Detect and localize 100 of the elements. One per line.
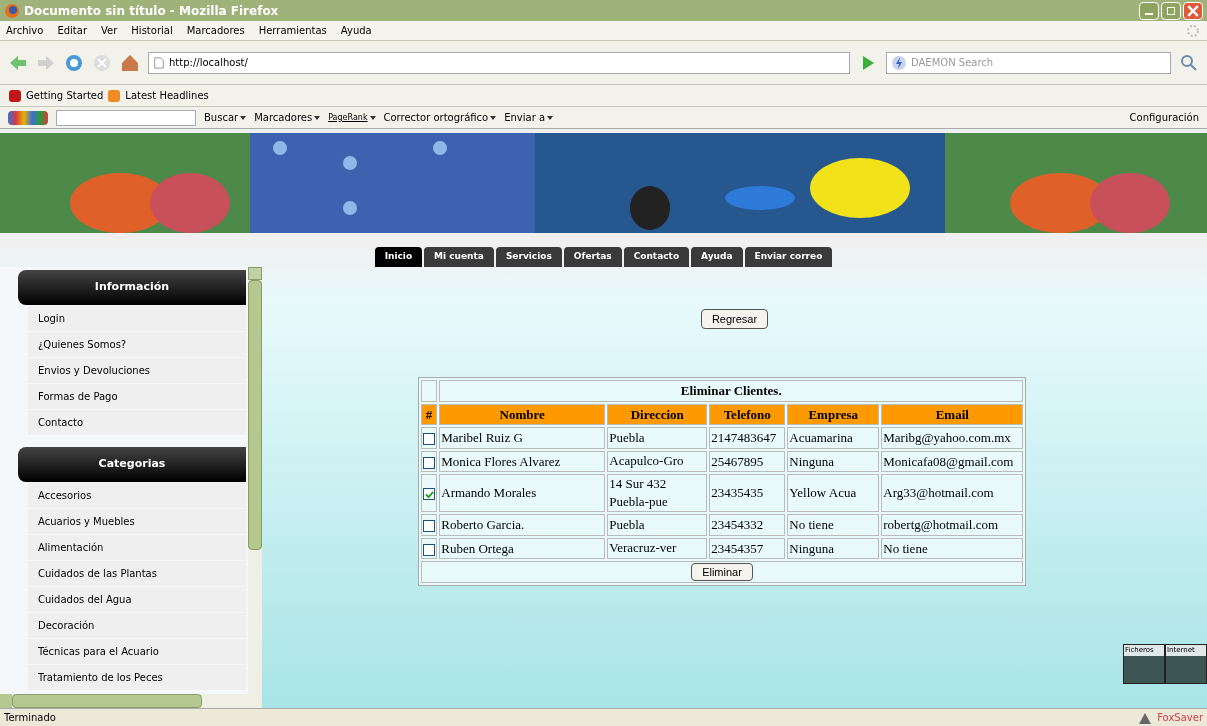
table-cell: 25467895: [709, 450, 786, 472]
nav-tab[interactable]: Ofertas: [563, 247, 622, 267]
nav-tab[interactable]: Contacto: [623, 247, 690, 267]
column-header: Email: [881, 403, 1024, 425]
table-cell: 2147483647: [709, 427, 786, 449]
search-icon[interactable]: [1179, 52, 1199, 73]
menu-item[interactable]: Archivo: [6, 23, 44, 38]
toolbar-item[interactable]: Enviar a: [504, 110, 546, 125]
column-header: Empresa: [787, 403, 880, 425]
table-cell: Veracruz-ver: [607, 537, 708, 559]
table-title: Eliminar Clientes.: [439, 380, 1024, 402]
google-search-field[interactable]: [56, 109, 196, 126]
table-cell: Arg33@hotmail.com: [881, 474, 1024, 512]
table-cell: Acapulco-Gro: [607, 450, 708, 472]
sidebar-link[interactable]: Cuidados de las Plantas: [28, 561, 246, 586]
menu-item[interactable]: Editar: [57, 23, 87, 38]
nav-tab[interactable]: Inicio: [374, 247, 423, 267]
throbber-icon: [1185, 22, 1201, 39]
table-cell: 23454332: [709, 514, 786, 536]
table-cell: Ninguna: [787, 537, 880, 559]
close-button[interactable]: [1183, 1, 1203, 20]
status-text: Terminado: [4, 711, 56, 725]
table-cell: 14 Sur 432 Puebla-pue: [607, 474, 708, 512]
row-checkbox[interactable]: [423, 456, 435, 469]
sidebar-link[interactable]: Formas de Pago: [28, 384, 246, 409]
maximize-button[interactable]: [1161, 1, 1181, 20]
page-icon: [153, 56, 165, 69]
address-field[interactable]: http://localhost/: [148, 51, 850, 74]
sidebar-link[interactable]: ¿Quienes Somos?: [28, 332, 246, 357]
caret-icon[interactable]: [547, 115, 554, 120]
sidebar-link[interactable]: Decoración: [28, 613, 246, 638]
menu-item[interactable]: Ver: [101, 23, 118, 38]
table-cell: Monicafa08@gmail.com: [881, 450, 1024, 472]
table-cell: Acuamarina: [787, 427, 880, 449]
caret-icon[interactable]: [314, 115, 321, 120]
table-cell: Puebla: [607, 514, 708, 536]
sidebar-link[interactable]: Accesorios: [28, 483, 246, 508]
table-cell: Armando Morales: [439, 474, 606, 512]
vertical-scrollbar[interactable]: [248, 267, 262, 694]
bookmark-link[interactable]: Latest Headlines: [125, 88, 209, 103]
home-icon[interactable]: [120, 52, 140, 73]
table-cell: No tiene: [787, 514, 880, 536]
table-cell: 23454357: [709, 537, 786, 559]
sidebar-link[interactable]: Cuidados del Agua: [28, 587, 246, 612]
section-header: Información: [18, 270, 246, 305]
column-header: Direccion: [607, 403, 708, 425]
caret-icon[interactable]: [369, 115, 376, 120]
bookmark-link[interactable]: Getting Started: [26, 88, 104, 103]
sidebar-link[interactable]: Envios y Devoluciones: [28, 358, 246, 383]
settings-item[interactable]: Configuración: [1129, 110, 1199, 125]
sidebar-link[interactable]: Login: [28, 306, 246, 331]
row-checkbox[interactable]: [423, 520, 435, 532]
section-header: Categorias: [18, 447, 246, 482]
toolbar-item[interactable]: Marcadores: [254, 110, 313, 125]
sidebar-link[interactable]: Técnicas para el Acuario: [28, 639, 246, 664]
table-cell: Maribg@yahoo.com.mx: [881, 427, 1024, 449]
delete-button[interactable]: Eliminar: [691, 563, 753, 582]
addon-label[interactable]: FoxSaver: [1157, 710, 1203, 725]
sidebar-link[interactable]: Alimentación: [28, 535, 246, 560]
table-cell: No tiene: [881, 537, 1024, 559]
table-cell: Puebla: [607, 427, 708, 449]
toolbar-item[interactable]: Buscar: [204, 110, 239, 125]
table-cell: Monica Flores Alvarez: [439, 450, 606, 472]
minimize-button[interactable]: [1139, 1, 1159, 20]
nav-tab[interactable]: Ayuda: [691, 247, 743, 267]
sidebar-link[interactable]: Contacto: [28, 410, 246, 435]
nav-tab[interactable]: Mi cuenta: [424, 247, 494, 267]
reload-icon[interactable]: [64, 52, 84, 73]
table-cell: Roberto Garcia.: [439, 514, 606, 536]
menu-item[interactable]: Historial: [131, 23, 173, 38]
sidebar-link[interactable]: Acuarios y Muebles: [28, 509, 246, 534]
nav-tab[interactable]: Enviar correo: [744, 247, 833, 267]
column-header: Nombre: [439, 403, 606, 425]
google-logo: [8, 110, 48, 125]
row-checkbox[interactable]: [423, 543, 435, 556]
nav-tab[interactable]: Servicios: [495, 247, 562, 267]
table-cell: Ninguna: [787, 450, 880, 472]
menu-item[interactable]: Ayuda: [340, 23, 372, 38]
table-cell: Maribel Ruiz G: [439, 427, 606, 449]
toolbar-item[interactable]: Corrector ortográfico: [383, 110, 489, 125]
column-header: #: [420, 403, 438, 425]
caret-icon[interactable]: [490, 115, 497, 120]
row-checkbox[interactable]: [423, 433, 435, 445]
table-cell: Ruben Ortega: [439, 537, 606, 559]
table-cell: 23435435: [709, 474, 786, 512]
menu-item[interactable]: Marcadores: [186, 23, 245, 38]
lightning-icon: [891, 54, 907, 71]
horizontal-scrollbar[interactable]: [0, 694, 262, 708]
table-cell: robertg@hotmail.com: [881, 514, 1024, 536]
address-text: http://localhost/: [169, 56, 248, 70]
sidebar-link[interactable]: Tratamiento de los Peces: [28, 665, 246, 690]
column-header: Telefono: [709, 403, 786, 425]
row-checkbox[interactable]: [423, 488, 435, 501]
table-cell: Yellow Acua: [787, 474, 880, 512]
caret-icon[interactable]: [240, 115, 247, 120]
window-title: Documento sin título - Mozilla Firefox: [24, 2, 279, 20]
toolbar-item[interactable]: PageRank: [328, 111, 368, 124]
back-button[interactable]: Regresar: [700, 309, 769, 329]
search-placeholder: DAEMON Search: [911, 56, 994, 70]
menu-item[interactable]: Herramientas: [258, 23, 327, 38]
